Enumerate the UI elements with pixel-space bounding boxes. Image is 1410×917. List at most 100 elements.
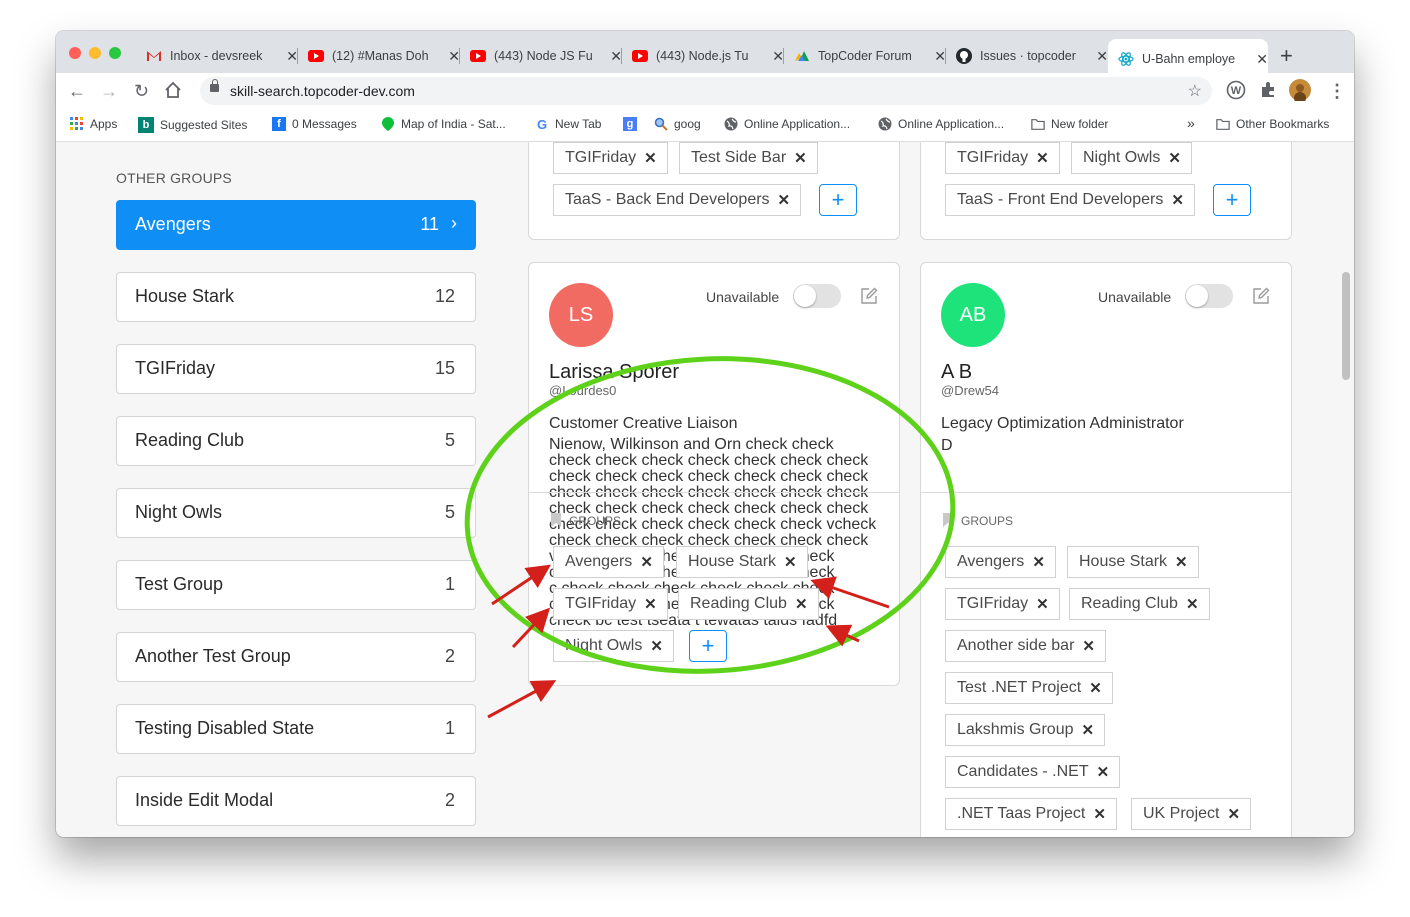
group-item-test-group[interactable]: Test Group 1 (116, 560, 476, 610)
new-tab-button[interactable]: + (1280, 43, 1293, 69)
tab-gmail[interactable]: Inbox - devsreek ✕ (136, 39, 298, 73)
group-item-house-stark[interactable]: House Stark 12 (116, 272, 476, 322)
edit-icon[interactable] (860, 287, 878, 305)
group-chip-tgifriday[interactable]: TGIFriday ✕ (945, 588, 1060, 620)
group-chip[interactable]: Test Side Bar ✕ (679, 142, 818, 174)
reload-button[interactable]: ↻ (134, 81, 149, 101)
tab-close-icon[interactable]: ✕ (772, 48, 784, 65)
tab-youtube-2[interactable]: (443) Node JS Fu ✕ (460, 39, 622, 73)
remove-chip-icon[interactable]: ✕ (795, 595, 808, 613)
bookmark-new-folder[interactable]: New folder (1031, 117, 1108, 131)
group-item-inside-edit-modal[interactable]: Inside Edit Modal 2 (116, 776, 476, 826)
add-group-button[interactable]: + (1213, 184, 1251, 216)
remove-chip-icon[interactable]: ✕ (1186, 595, 1199, 613)
back-button[interactable]: ← (68, 81, 86, 101)
remove-chip-icon[interactable]: ✕ (1082, 721, 1095, 739)
remove-chip-icon[interactable]: ✕ (1036, 149, 1049, 167)
tab-close-icon[interactable]: ✕ (934, 48, 946, 65)
remove-chip-icon[interactable]: ✕ (1036, 595, 1049, 613)
bookmark-google-g[interactable]: g (623, 117, 643, 131)
remove-chip-icon[interactable]: ✕ (1168, 149, 1181, 167)
group-chip[interactable]: TaaS - Front End Developers ✕ (945, 184, 1195, 216)
bookmarks-overflow-button[interactable]: » (1187, 115, 1195, 131)
other-bookmarks[interactable]: Other Bookmarks (1216, 117, 1329, 131)
group-chip-uk-project[interactable]: UK Project ✕ (1131, 798, 1252, 830)
bookmark-online-application-2[interactable]: Online Application... (878, 117, 1004, 131)
bookmark-apps[interactable]: Apps (70, 117, 117, 131)
remove-chip-icon[interactable]: ✕ (1032, 553, 1045, 571)
tab-title: (443) Node.js Tu (656, 49, 749, 63)
address-bar[interactable]: skill-search.topcoder-dev.com ☆ (200, 77, 1212, 105)
close-window-button[interactable] (69, 47, 81, 59)
add-group-button[interactable]: + (819, 184, 857, 216)
zoom-window-button[interactable] (109, 47, 121, 59)
group-chip-reading-club[interactable]: Reading Club ✕ (678, 588, 819, 620)
google-plus-icon: g (623, 117, 637, 131)
remove-chip-icon[interactable]: ✕ (794, 149, 807, 167)
group-item-avengers[interactable]: Avengers 11 › (116, 200, 476, 250)
group-chip-avengers[interactable]: Avengers ✕ (945, 546, 1056, 578)
remove-chip-icon[interactable]: ✕ (1171, 191, 1184, 209)
wordpress-extension-icon[interactable]: W (1226, 80, 1246, 104)
group-chip-another-side-bar[interactable]: Another side bar ✕ (945, 630, 1106, 662)
extensions-puzzle-icon[interactable] (1259, 81, 1277, 103)
group-chip-lakshmis-group[interactable]: Lakshmis Group ✕ (945, 714, 1106, 746)
tab-close-icon[interactable]: ✕ (286, 48, 298, 65)
remove-chip-icon[interactable]: ✕ (778, 191, 791, 209)
tab-topcoder-forum[interactable]: TopCoder Forum ✕ (784, 39, 946, 73)
group-item-reading-club[interactable]: Reading Club 5 (116, 416, 476, 466)
group-chip-net-taas-project[interactable]: .NET Taas Project ✕ (945, 798, 1117, 830)
page-scrollbar[interactable] (1342, 272, 1350, 380)
edit-icon[interactable] (1252, 287, 1270, 305)
remove-chip-icon[interactable]: ✕ (644, 595, 657, 613)
group-chip-avengers[interactable]: Avengers ✕ (553, 546, 664, 578)
group-chip-test-net-project[interactable]: Test .NET Project ✕ (945, 672, 1113, 704)
bookmark-messages[interactable]: f 0 Messages (272, 117, 357, 131)
remove-chip-icon[interactable]: ✕ (644, 149, 657, 167)
tab-youtube-1[interactable]: (12) #Manas Doh ✕ (298, 39, 460, 73)
remove-chip-icon[interactable]: ✕ (1082, 637, 1095, 655)
home-button[interactable] (164, 81, 182, 103)
group-chip[interactable]: TGIFriday ✕ (553, 142, 668, 174)
bookmark-goog[interactable]: goog (654, 117, 701, 131)
bookmark-star-icon[interactable]: ☆ (1188, 81, 1202, 101)
group-chip-tgifriday[interactable]: TGIFriday ✕ (553, 588, 668, 620)
tab-close-icon[interactable]: ✕ (448, 48, 460, 65)
tab-close-icon[interactable]: ✕ (610, 48, 622, 65)
group-chip[interactable]: TGIFriday ✕ (945, 142, 1060, 174)
add-group-button[interactable]: + (689, 630, 727, 662)
bookmark-new-tab[interactable]: G New Tab (535, 117, 602, 132)
group-chip[interactable]: Night Owls ✕ (1071, 142, 1192, 174)
tab-close-icon[interactable]: ✕ (1256, 51, 1268, 68)
forward-button[interactable]: → (100, 81, 118, 101)
browser-menu-icon[interactable]: ⋮ (1328, 81, 1346, 101)
group-item-another-test-group[interactable]: Another Test Group 2 (116, 632, 476, 682)
tab-youtube-3[interactable]: (443) Node.js Tu ✕ (622, 39, 784, 73)
remove-chip-icon[interactable]: ✕ (640, 553, 653, 571)
bookmark-map-of-india[interactable]: Map of India - Sat... (381, 117, 506, 131)
group-chip-candidates-net[interactable]: Candidates - .NET ✕ (945, 756, 1121, 788)
remove-chip-icon[interactable]: ✕ (784, 553, 797, 571)
remove-chip-icon[interactable]: ✕ (1097, 763, 1110, 781)
availability-toggle[interactable] (793, 284, 841, 308)
tab-github-issues[interactable]: Issues · topcoder ✕ (946, 39, 1108, 73)
remove-chip-icon[interactable]: ✕ (650, 637, 663, 655)
group-item-tgifriday[interactable]: TGIFriday 15 (116, 344, 476, 394)
group-item-testing-disabled-state[interactable]: Testing Disabled State 1 (116, 704, 476, 754)
profile-avatar[interactable] (1289, 79, 1311, 105)
group-chip-house-stark[interactable]: House Stark ✕ (676, 546, 808, 578)
availability-toggle[interactable] (1185, 284, 1233, 308)
bookmark-suggested-sites[interactable]: b Suggested Sites (138, 117, 247, 133)
group-chip-night-owls[interactable]: Night Owls ✕ (553, 630, 674, 662)
remove-chip-icon[interactable]: ✕ (1227, 805, 1240, 823)
group-chip-house-stark[interactable]: House Stark ✕ (1067, 546, 1199, 578)
group-chip[interactable]: TaaS - Back End Developers ✕ (553, 184, 802, 216)
remove-chip-icon[interactable]: ✕ (1175, 553, 1188, 571)
group-item-night-owls[interactable]: Night Owls 5 (116, 488, 476, 538)
remove-chip-icon[interactable]: ✕ (1093, 805, 1106, 823)
group-chip-reading-club[interactable]: Reading Club ✕ (1069, 588, 1210, 620)
remove-chip-icon[interactable]: ✕ (1089, 679, 1102, 697)
bookmark-online-application-1[interactable]: Online Application... (724, 117, 850, 131)
minimize-window-button[interactable] (89, 47, 101, 59)
tab-close-icon[interactable]: ✕ (1096, 48, 1108, 65)
